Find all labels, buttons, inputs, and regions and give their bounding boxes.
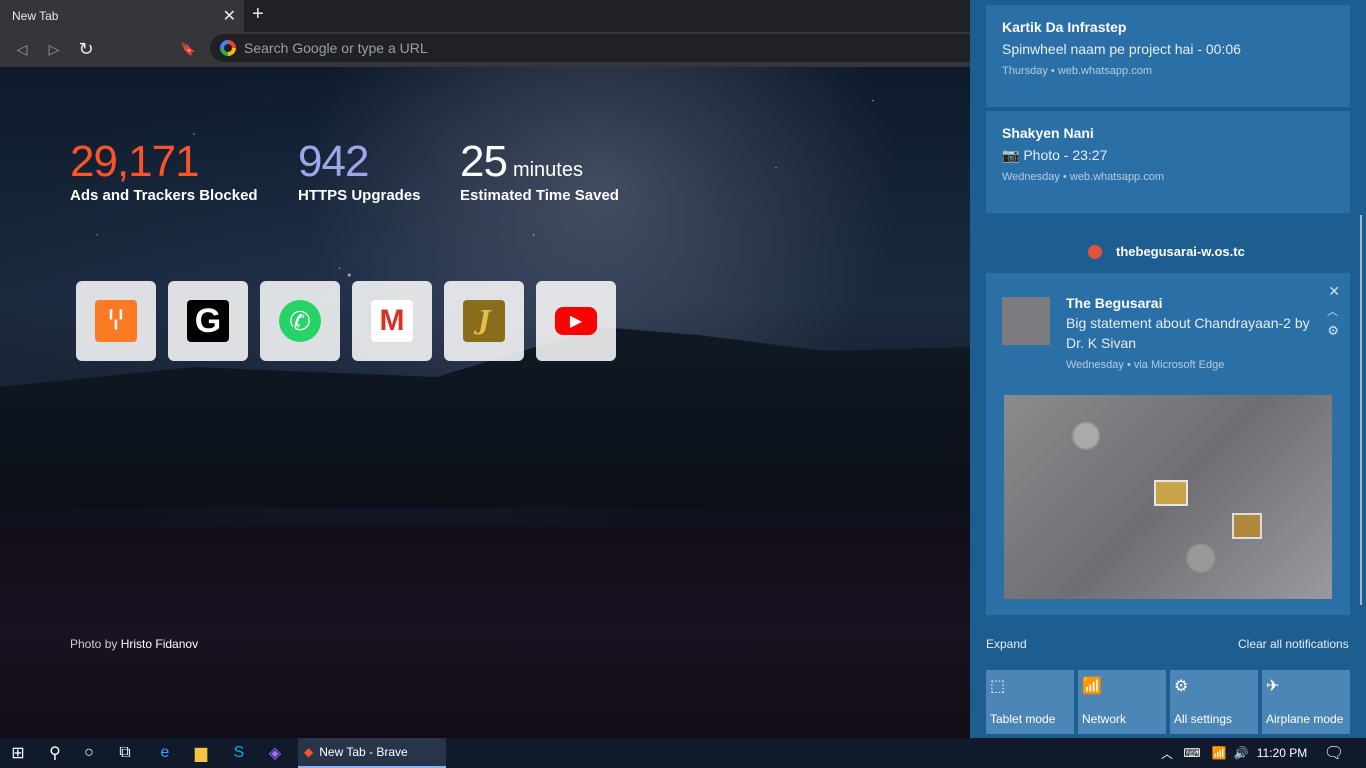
windows-start-icon[interactable]: ⊞: [0, 738, 36, 768]
stat-value: 29,171: [70, 137, 200, 186]
brave-icon: ◆: [304, 745, 314, 759]
photo-credit-author[interactable]: Hristo Fidanov: [121, 637, 198, 651]
file-explorer-icon[interactable]: ▆: [186, 738, 216, 768]
stat-time-saved: 25 minutes Estimated Time Saved: [460, 137, 619, 205]
notification-meta: Wednesday • via Microsoft Edge: [1066, 359, 1225, 371]
whatsapp-icon: ✆: [279, 300, 321, 342]
new-tab-button[interactable]: +: [252, 3, 264, 26]
quick-action-network[interactable]: 📶 Network: [1078, 670, 1166, 734]
expand-link[interactable]: Expand: [986, 637, 1027, 651]
stat-https-upgrades: 942 HTTPS Upgrades: [298, 137, 421, 205]
news-thumbnail: [1002, 297, 1050, 345]
notification-body: Big statement about Chandrayaan-2 by Dr.…: [1066, 315, 1310, 351]
settings-icon: ⚙: [1174, 678, 1189, 695]
tab-title: New Tab: [12, 9, 59, 23]
gmail-icon: M: [371, 300, 413, 342]
news-image: [1004, 395, 1332, 599]
notification-card[interactable]: Shakyen Nani 📷 Photo - 23:27 Wednesday •…: [986, 111, 1350, 213]
notification-body: 📷 Photo - 23:27: [1002, 147, 1108, 163]
action-center: Kartik Da Infrastep Spinwheel naam pe pr…: [970, 0, 1366, 738]
clear-all-notifications-link[interactable]: Clear all notifications: [1238, 637, 1349, 651]
quick-action-label: Network: [1082, 712, 1127, 726]
tab-strip: New Tab ✕ +: [0, 0, 970, 32]
search-icon[interactable]: ⚲: [40, 738, 70, 768]
g-icon: G: [187, 300, 229, 342]
stat-ads-blocked: 29,171 Ads and Trackers Blocked: [70, 137, 258, 205]
new-tab-page: 29,171 Ads and Trackers Blocked 942 HTTP…: [0, 67, 970, 738]
edge-icon[interactable]: e: [150, 738, 180, 768]
chevron-up-icon[interactable]: ︿: [1327, 303, 1338, 319]
site-icon: [1088, 245, 1102, 259]
background-lake: [0, 527, 970, 738]
notification-title: Shakyen Nani: [1002, 125, 1094, 141]
top-site-g[interactable]: G: [168, 281, 248, 361]
tablet-icon: ⬚: [990, 678, 1006, 695]
wifi-icon[interactable]: 📶: [1208, 738, 1230, 768]
quick-action-label: Tablet mode: [990, 712, 1056, 726]
notification-title: Kartik Da Infrastep: [1002, 19, 1127, 35]
google-icon: [220, 40, 236, 56]
top-site-xampp[interactable]: ꗷ: [76, 281, 156, 361]
quick-action-all-settings[interactable]: ⚙ All settings: [1170, 670, 1258, 734]
forward-icon[interactable]: ▷: [42, 37, 66, 61]
news-notification-card[interactable]: The Begusarai Big statement about Chandr…: [986, 273, 1350, 615]
omnibox-placeholder: Search Google or type a URL: [244, 40, 428, 56]
taskbar: ⊞ ⚲ ○ ⧉ e ▆ S ◈ ◆ New Tab - Brave ︿ ⌨ 📶 …: [0, 738, 1366, 768]
orbiter-icon: [1232, 513, 1262, 539]
top-site-youtube[interactable]: ▶: [536, 281, 616, 361]
stat-label: Estimated Time Saved: [460, 187, 619, 204]
quick-action-label: All settings: [1174, 712, 1233, 726]
notification-card[interactable]: Kartik Da Infrastep Spinwheel naam pe pr…: [986, 5, 1350, 107]
notification-meta: Thursday • web.whatsapp.com: [1002, 65, 1152, 77]
scrollbar[interactable]: [1360, 215, 1362, 605]
top-site-whatsapp[interactable]: ✆: [260, 281, 340, 361]
tab-close-icon[interactable]: ✕: [223, 6, 236, 26]
keyboard-icon[interactable]: ⌨: [1180, 738, 1204, 768]
photo-credit: Photo by Hristo Fidanov: [70, 637, 198, 651]
volume-icon[interactable]: 🔊: [1230, 738, 1252, 768]
task-view-icon[interactable]: ⧉: [110, 738, 140, 768]
stat-label: HTTPS Upgrades: [298, 187, 421, 204]
skype-icon[interactable]: S: [224, 738, 254, 768]
back-icon[interactable]: ◁: [10, 37, 34, 61]
clock[interactable]: 11:20 PM: [1254, 738, 1310, 768]
browser-window: New Tab ✕ + ◁ ▷ ↻ 🔖 Search Google or typ…: [0, 0, 980, 738]
stat-value: 25: [460, 137, 508, 186]
top-site-script[interactable]: J: [444, 281, 524, 361]
taskbar-app-label: New Tab - Brave: [319, 745, 408, 759]
notification-title: The Begusarai: [1066, 295, 1163, 311]
chevron-up-icon[interactable]: ︿: [1158, 738, 1176, 768]
stat-value: 942: [298, 137, 369, 186]
notification-meta: Wednesday • web.whatsapp.com: [1002, 171, 1165, 183]
quick-action-label: Airplane mode: [1266, 712, 1344, 726]
action-center-icon[interactable]: 🗨: [1322, 738, 1346, 768]
omnibox[interactable]: Search Google or type a URL: [210, 34, 980, 62]
taskbar-app-brave[interactable]: ◆ New Tab - Brave: [298, 738, 446, 768]
stat-label: Ads and Trackers Blocked: [70, 187, 258, 204]
toolbar: ◁ ▷ ↻ 🔖 Search Google or type a URL: [0, 32, 980, 67]
notification-group-title: thebegusarai-w.os.tc: [1116, 244, 1245, 259]
photo-credit-prefix: Photo by: [70, 637, 118, 651]
xampp-icon: ꗷ: [95, 300, 137, 342]
close-icon[interactable]: ✕: [1328, 283, 1340, 300]
bookmark-icon[interactable]: 🔖: [176, 37, 200, 61]
notification-body: Spinwheel naam pe project hai - 00:06: [1002, 41, 1241, 57]
cortana-icon[interactable]: ○: [74, 738, 104, 768]
lander-icon: [1154, 480, 1188, 506]
airplane-icon: ✈: [1266, 678, 1280, 695]
tab-new-tab[interactable]: New Tab ✕: [0, 0, 244, 32]
top-site-gmail[interactable]: M: [352, 281, 432, 361]
stat-unit: minutes: [512, 159, 583, 181]
gear-icon[interactable]: ⚙: [1327, 323, 1339, 339]
youtube-icon: ▶: [555, 307, 597, 335]
reload-icon[interactable]: ↻: [74, 37, 98, 61]
script-icon: J: [463, 300, 505, 342]
network-icon: 📶: [1082, 678, 1102, 695]
quick-action-tablet-mode[interactable]: ⬚ Tablet mode: [986, 670, 1074, 734]
visual-studio-icon[interactable]: ◈: [260, 738, 290, 768]
quick-action-airplane-mode[interactable]: ✈ Airplane mode: [1262, 670, 1350, 734]
